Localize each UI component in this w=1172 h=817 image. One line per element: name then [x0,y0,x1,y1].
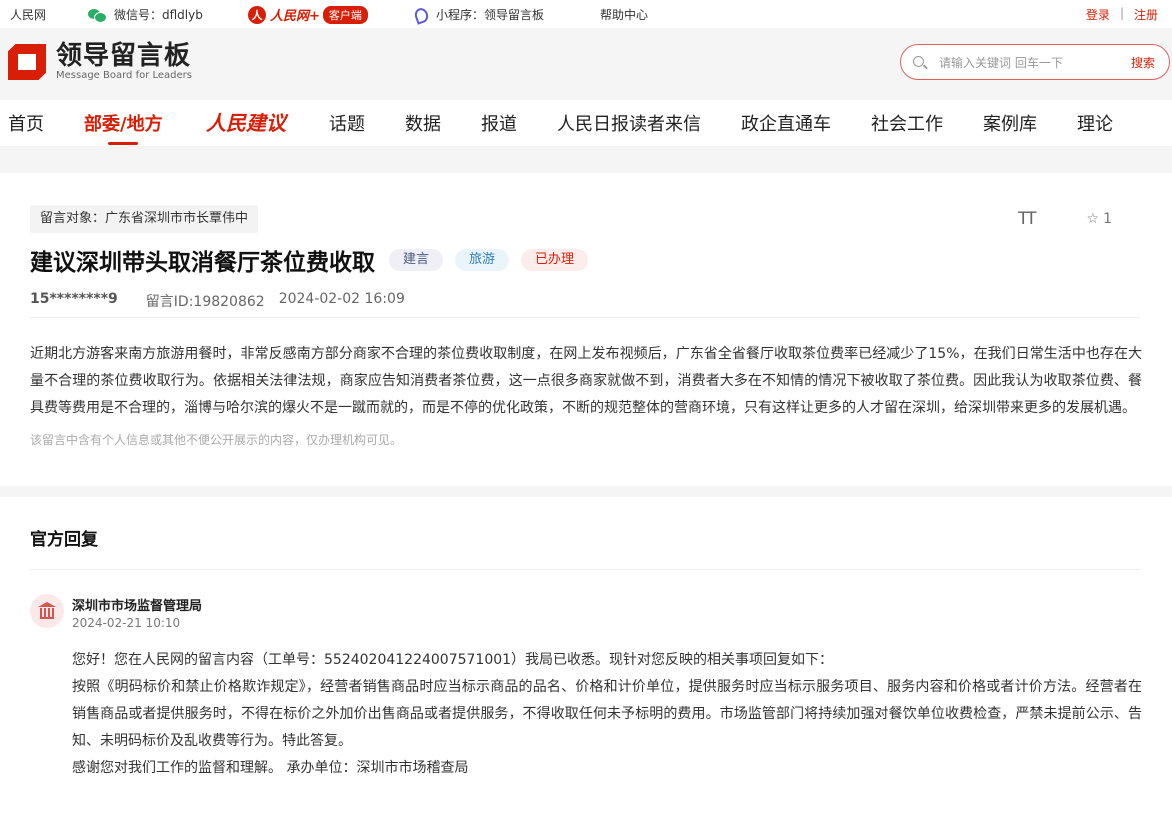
message-id: 留言ID:19820862 [145,294,265,310]
reply-datetime: 2024-02-21 10:10 [72,616,181,630]
auth-separator: | [1119,6,1124,20]
nav-social-work[interactable]: 社会工作 [871,110,943,136]
status-badge: 已办理 [521,249,589,271]
site-logo[interactable]: 领导留言板 Message Board for Leaders [8,42,192,82]
nav-home[interactable]: 首页 [8,110,44,136]
message-target: 留言对象：广东省深圳市市长覃伟中 [30,205,259,233]
nav-ministries-local[interactable]: 部委/地方 [84,110,163,145]
message-meta: 15********9 留言ID:19820862 2024-02-02 16:… [30,291,405,311]
title-row: 建议深圳带头取消餐厅茶位费收取 建言 旅游 已办理 [30,243,600,277]
reply-content: 您好！您在人民网的留言内容（工单号：552402041224007571001）… [72,647,1142,782]
tag-tourism[interactable]: 旅游 [455,249,510,271]
miniprogram-label: 小程序：领导留言板 [436,8,545,22]
reply-line: 感谢您对我们工作的监督和理解。 承办单位：深圳市市场稽查局 [72,760,469,776]
nav-reader-letters[interactable]: 人民日报读者来信 [557,110,701,136]
reply-section-title: 官方回复 [30,530,98,550]
nav-case-library[interactable]: 案例库 [983,110,1037,136]
wechat-info[interactable]: 微信号：dfldlyb [88,6,203,23]
rmw-badge: 客户端 [322,5,368,24]
logo-subtitle: Message Board for Leaders [56,70,193,81]
search-input[interactable] [939,53,1119,73]
search-box: 搜索 [900,44,1170,80]
message-user: 15********9 [30,291,118,307]
auth-links: 登录 | 注册 [1086,6,1158,23]
favorite-count: 1 [1103,211,1112,227]
nav-topics[interactable]: 话题 [329,110,365,136]
search-button[interactable]: 搜索 [1131,54,1155,71]
nav-people-suggestions[interactable]: 人民建议 [206,107,286,136]
divider [30,317,1140,318]
rmw-name: 人民网+ [270,9,320,24]
nav-data[interactable]: 数据 [405,110,441,136]
message-datetime: 2024-02-02 16:09 [278,291,405,307]
reply-line: 您好！您在人民网的留言内容（工单号：552402041224007571001）… [72,652,834,668]
rmw-logo-icon: 人 [248,5,266,24]
wechat-icon [88,8,107,23]
tag-suggestion[interactable]: 建言 [389,249,444,271]
miniprogram-link[interactable]: 小程序：领导留言板 [412,6,544,23]
login-link[interactable]: 登录 [1086,6,1110,23]
rmw-client-link[interactable]: 人 人民网+ 客户端 [248,5,368,24]
wechat-id: 微信号：dfldlyb [114,8,203,22]
reply-line: 按照《明码标价和禁止价格欺诈规定》，经营者销售商品时应当标示商品的品名、价格和计… [72,679,1142,749]
message-content: 近期北方游客来南方旅游用餐时，非常反感南方部分商家不合理的茶位费收取制度，在网上… [30,346,1142,416]
message-card: 留言对象：广东省深圳市市长覃伟中 TT ☆ 1 建议深圳带头取消餐厅茶位费收取 … [0,173,1172,486]
top-bar: 人民网 微信号：dfldlyb 人 人民网+ 客户端 小程序：领导留言板 帮助中… [0,0,1172,28]
main-nav: 首页 部委/地方 人民建议 话题 数据 报道 人民日报读者来信 政企直通车 社会… [0,100,1172,146]
nav-theory[interactable]: 理论 [1077,110,1113,136]
star-icon: ☆ [1086,211,1100,227]
message-title: 建议深圳带头取消餐厅茶位费收取 [30,250,375,276]
site-link[interactable]: 人民网 [10,6,46,23]
nav-reports[interactable]: 报道 [481,110,517,136]
reply-org-name: 深圳市市场监督管理局 [72,599,203,614]
help-link[interactable]: 帮助中心 [600,6,648,23]
divider [30,569,1140,570]
government-building-icon [38,602,56,620]
nav-enterprise-express[interactable]: 政企直通车 [741,110,831,136]
miniprogram-icon [412,7,428,23]
register-link[interactable]: 注册 [1134,6,1158,23]
logo-title: 领导留言板 [56,41,192,71]
message-tools: TT ☆ 1 [1018,209,1112,229]
privacy-notice: 该留言中含有个人信息或其他不便公开展示的内容，仅办理机构可见。 [30,433,403,447]
search-icon [913,56,924,67]
logo-mark-icon [8,42,48,82]
favorite-button[interactable]: ☆ 1 [1087,209,1112,229]
reply-card: 官方回复 深圳市市场监督管理局 2024-02-21 10:10 您好！您在人民… [0,497,1172,817]
avatar [30,594,64,628]
font-size-icon[interactable]: TT [1018,209,1037,229]
